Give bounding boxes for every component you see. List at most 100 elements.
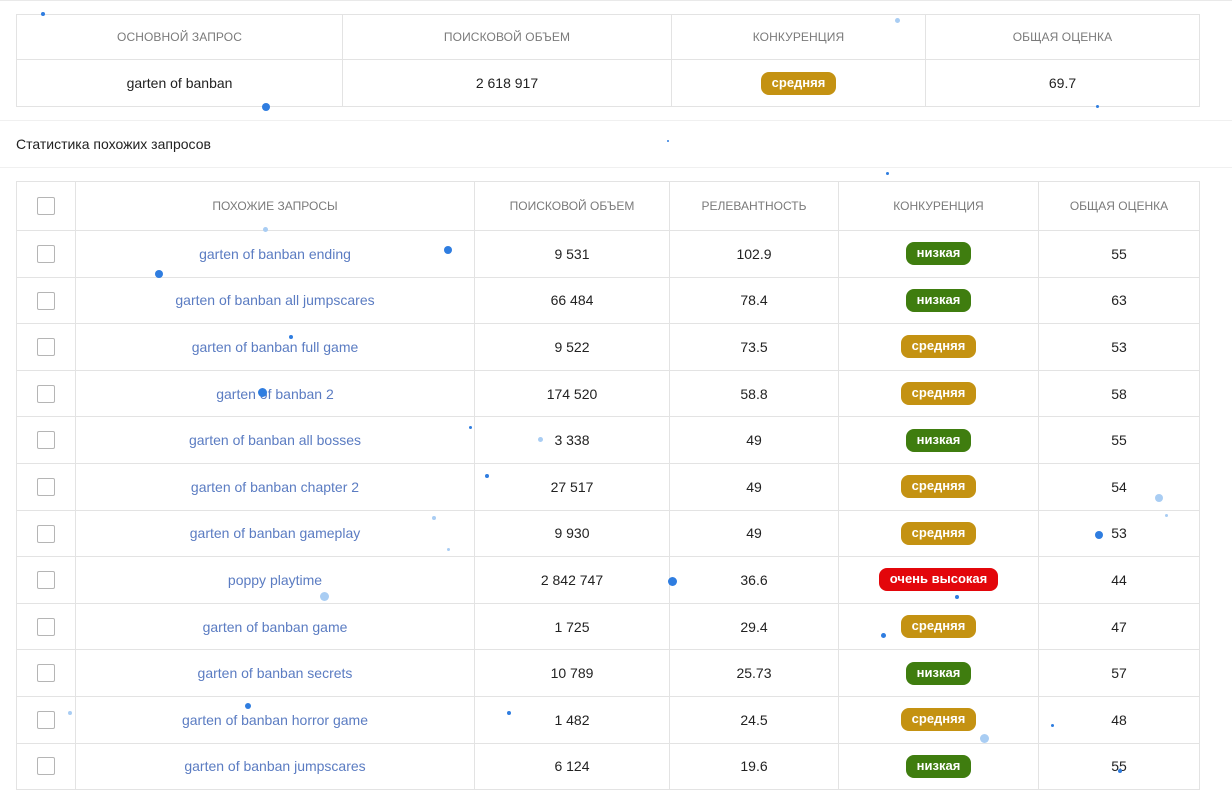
- select-all-cell: [16, 181, 76, 231]
- competition-cell: средняя: [838, 323, 1039, 371]
- decorative-dot: [886, 172, 889, 175]
- relevance-cell: 25.73: [669, 649, 839, 697]
- competition-cell: средняя: [838, 509, 1039, 558]
- row-checkbox-cell: [16, 230, 76, 278]
- competition-cell: средняя: [838, 695, 1039, 744]
- header-main-query: ОСНОВНОЙ ЗАПРОС: [16, 14, 343, 60]
- relevance-cell: 29.4: [669, 602, 839, 651]
- overall-score-cell: 53: [1038, 509, 1200, 558]
- similar-query-link[interactable]: garten of banban chapter 2: [75, 462, 475, 511]
- row-checkbox[interactable]: [37, 244, 55, 263]
- row-checkbox-cell: [16, 323, 76, 371]
- competition-badge: низкая: [905, 242, 972, 266]
- similar-query-link[interactable]: garten of banban jumpscares: [75, 742, 475, 791]
- row-checkbox-cell: [16, 369, 76, 418]
- search-volume-cell: 9 930: [474, 509, 670, 558]
- similar-query-link[interactable]: garten of banban all jumpscares: [75, 276, 475, 325]
- row-checkbox-cell: [16, 602, 76, 651]
- section-header: Статистика похожих запросов: [0, 120, 1232, 168]
- row-checkbox[interactable]: [37, 338, 55, 357]
- main-table-header-row: ОСНОВНОЙ ЗАПРОС ПОИСКОВОЙ ОБЪЕМ КОНКУРЕН…: [16, 14, 1200, 60]
- competition-cell: средняя: [838, 369, 1039, 418]
- competition-badge: средняя: [900, 708, 977, 732]
- similar-query-link[interactable]: garten of banban ending: [75, 230, 475, 278]
- similar-query-link[interactable]: garten of banban 2: [75, 369, 475, 418]
- row-checkbox-cell: [16, 556, 76, 604]
- competition-badge: низкая: [905, 661, 972, 685]
- table-row: garten of banban ending 9 531 102.9 низкая 5…: [16, 230, 1200, 278]
- similar-table-header-row: ПОХОЖИЕ ЗАПРОСЫ ПОИСКОВОЙ ОБЪЕМ РЕЛЕВАНТ…: [16, 181, 1200, 231]
- similar-query-link[interactable]: garten of banban full game: [75, 323, 475, 371]
- search-volume-cell: 1 725: [474, 602, 670, 651]
- search-volume-cell: 6 124: [474, 742, 670, 791]
- table-row: garten of banban all jumpscares 66 484 78.…: [16, 276, 1200, 325]
- competition-badge: средняя: [900, 521, 977, 545]
- relevance-cell: 102.9: [669, 230, 839, 278]
- table-row: garten of banban game 1 725 29.4 средняя 47: [16, 602, 1200, 651]
- top-divider: [0, 0, 1232, 1]
- competition-badge: средняя: [900, 382, 977, 406]
- similar-query-link[interactable]: garten of banban horror game: [75, 695, 475, 744]
- table-row: poppy playtime 2 842 747 36.6 очень высокая…: [16, 556, 1200, 604]
- main-query-table: ОСНОВНОЙ ЗАПРОС ПОИСКОВОЙ ОБЪЕМ КОНКУРЕН…: [16, 14, 1200, 107]
- similar-query-link[interactable]: garten of banban all bosses: [75, 416, 475, 464]
- select-all-checkbox[interactable]: [37, 197, 55, 215]
- header-competition: КОНКУРЕНЦИЯ: [671, 14, 926, 60]
- competition-cell: низкая: [838, 276, 1039, 325]
- relevance-cell: 49: [669, 462, 839, 511]
- row-checkbox[interactable]: [37, 524, 55, 543]
- competition-cell: низкая: [838, 416, 1039, 464]
- table-row: garten of banban chapter 2 27 517 49 средня…: [16, 462, 1200, 511]
- relevance-cell: 73.5: [669, 323, 839, 371]
- row-checkbox-cell: [16, 462, 76, 511]
- row-checkbox-cell: [16, 695, 76, 744]
- row-checkbox[interactable]: [37, 664, 55, 683]
- row-checkbox[interactable]: [37, 617, 55, 636]
- row-checkbox[interactable]: [37, 571, 55, 590]
- overall-score-cell: 55: [1038, 416, 1200, 464]
- row-checkbox-cell: [16, 509, 76, 558]
- similar-query-link[interactable]: garten of banban gameplay: [75, 509, 475, 558]
- competition-badge: средняя: [760, 71, 837, 95]
- overall-score-cell: 55: [1038, 742, 1200, 791]
- header-relevance: РЕЛЕВАНТНОСТЬ: [669, 181, 839, 231]
- search-volume-cell: 9 531: [474, 230, 670, 278]
- competition-badge: очень высокая: [878, 568, 999, 592]
- row-checkbox[interactable]: [37, 477, 55, 496]
- main-score: 69.7: [925, 59, 1200, 107]
- row-checkbox-cell: [16, 649, 76, 697]
- table-row: garten of banban 2 174 520 58.8 средняя 58: [16, 369, 1200, 418]
- overall-score-cell: 44: [1038, 556, 1200, 604]
- similar-query-link[interactable]: garten of banban game: [75, 602, 475, 651]
- header-overall-score: ОБЩАЯ ОЦЕНКА: [925, 14, 1200, 60]
- row-checkbox[interactable]: [37, 710, 55, 729]
- search-volume-cell: 174 520: [474, 369, 670, 418]
- relevance-cell: 49: [669, 509, 839, 558]
- row-checkbox-cell: [16, 416, 76, 464]
- table-row: garten of banban gameplay 9 930 49 средняя 5…: [16, 509, 1200, 558]
- header-competition: КОНКУРЕНЦИЯ: [838, 181, 1039, 231]
- header-similar-queries: ПОХОЖИЕ ЗАПРОСЫ: [75, 181, 475, 231]
- overall-score-cell: 53: [1038, 323, 1200, 371]
- relevance-cell: 78.4: [669, 276, 839, 325]
- similar-query-link[interactable]: garten of banban secrets: [75, 649, 475, 697]
- table-row: garten of banban all bosses 3 338 49 низкая…: [16, 416, 1200, 464]
- overall-score-cell: 58: [1038, 369, 1200, 418]
- row-checkbox[interactable]: [37, 291, 55, 310]
- header-overall-score: ОБЩАЯ ОЦЕНКА: [1038, 181, 1200, 231]
- table-row: garten of banban full game 9 522 73.5 средн…: [16, 323, 1200, 371]
- overall-score-cell: 57: [1038, 649, 1200, 697]
- competition-badge: низкая: [905, 288, 972, 312]
- similar-query-link[interactable]: poppy playtime: [75, 556, 475, 604]
- competition-badge: средняя: [900, 615, 977, 639]
- overall-score-cell: 55: [1038, 230, 1200, 278]
- competition-badge: низкая: [905, 428, 972, 452]
- row-checkbox[interactable]: [37, 384, 55, 403]
- competition-cell: низкая: [838, 742, 1039, 791]
- row-checkbox[interactable]: [37, 431, 55, 450]
- table-row: garten of banban secrets 10 789 25.73 низка…: [16, 649, 1200, 697]
- overall-score-cell: 54: [1038, 462, 1200, 511]
- header-search-volume: ПОИСКОВОЙ ОБЪЕМ: [342, 14, 672, 60]
- row-checkbox[interactable]: [37, 757, 55, 776]
- competition-cell: очень высокая: [838, 556, 1039, 604]
